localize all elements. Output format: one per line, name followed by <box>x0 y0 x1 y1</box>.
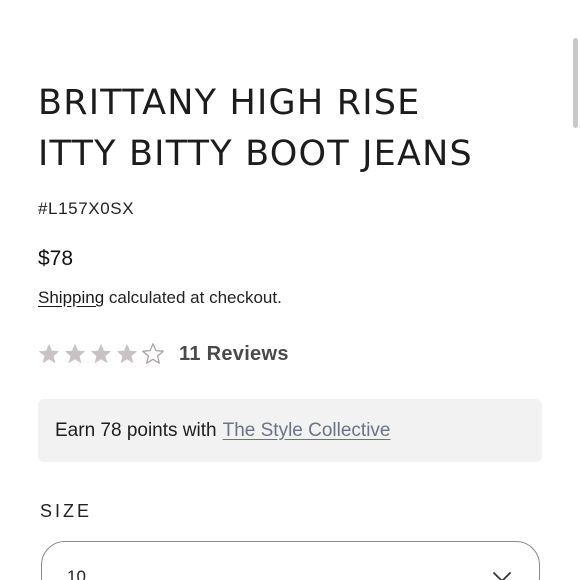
star-filled-icon <box>90 343 112 364</box>
star-filled-icon <box>116 343 138 364</box>
star-empty-icon <box>142 343 164 364</box>
product-price: $78 <box>38 247 74 270</box>
scrollbar[interactable] <box>573 38 578 128</box>
star-filled-icon <box>64 343 86 364</box>
product-sku: #L157X0SX <box>38 199 135 218</box>
shipping-text: calculated at checkout. <box>104 288 282 307</box>
rating-row[interactable]: 11 Reviews <box>37 342 289 366</box>
loyalty-program-link[interactable]: The Style Collective <box>223 420 391 442</box>
product-title-line-2: ITTY BITTY BOOT JEANS <box>38 134 473 174</box>
reviews-count[interactable]: 11 Reviews <box>179 343 289 366</box>
points-text: Earn 78 points with <box>55 419 217 441</box>
product-title: BRITTANY HIGH RISE ITTY BITTY BOOT JEANS <box>38 78 558 180</box>
shipping-note: Shipping calculated at checkout. <box>38 288 282 308</box>
shipping-link[interactable]: Shipping <box>38 288 104 307</box>
star-rating <box>37 342 167 366</box>
size-selected-value: 10 <box>67 567 86 580</box>
size-label: SIZE <box>40 501 93 521</box>
chevron-down-icon <box>493 572 511 580</box>
star-filled-icon <box>38 343 60 364</box>
size-select[interactable]: 10 <box>41 541 540 580</box>
loyalty-points-banner: Earn 78 points with The Style Collective <box>38 399 542 462</box>
product-title-line-1: BRITTANY HIGH RISE <box>38 83 421 123</box>
